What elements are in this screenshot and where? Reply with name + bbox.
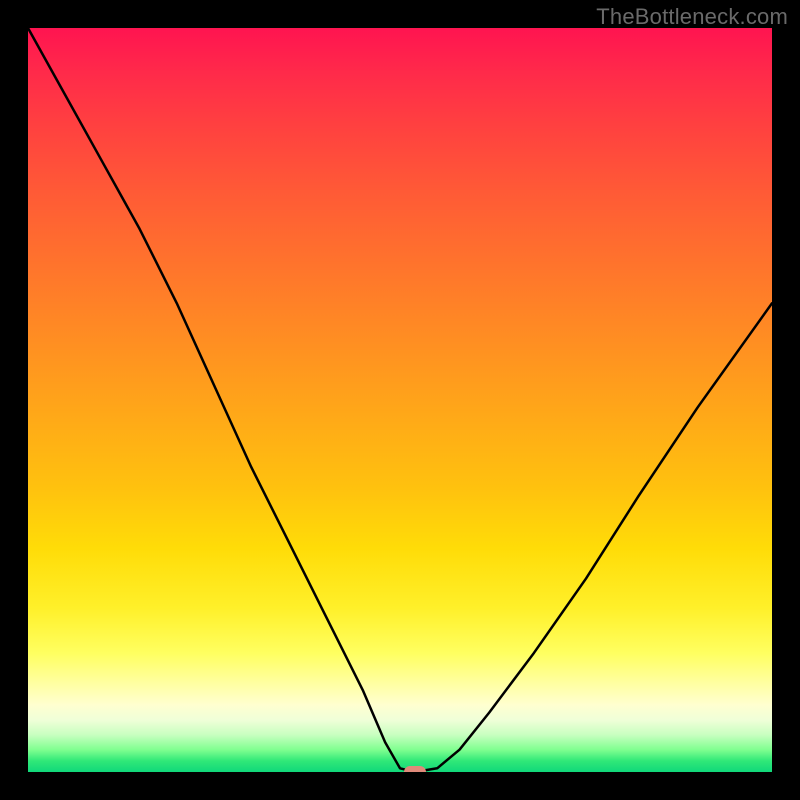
watermark-text: TheBottleneck.com xyxy=(596,4,788,30)
plot-area xyxy=(28,28,772,772)
stage: TheBottleneck.com xyxy=(0,0,800,800)
bottleneck-curve xyxy=(28,28,772,772)
optimum-marker xyxy=(404,766,426,772)
